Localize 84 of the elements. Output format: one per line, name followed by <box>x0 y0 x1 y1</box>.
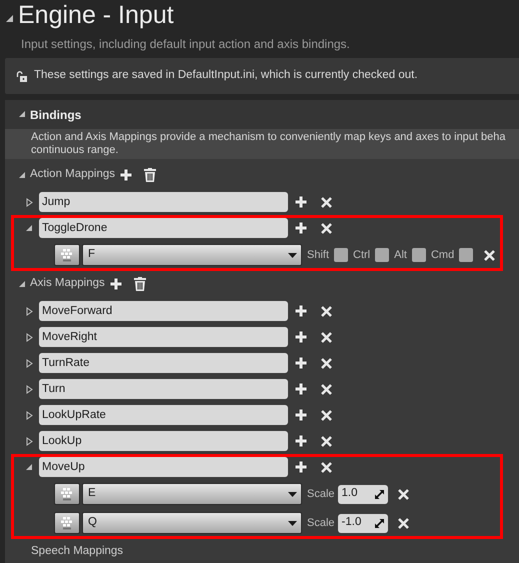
mapping-name-field[interactable]: LookUpRate <box>39 405 288 425</box>
mapping-name-field[interactable]: Turn <box>39 379 288 399</box>
page-description: Input settings, including default input action and axis bindings. <box>20 36 351 53</box>
modifier-label: Alt <box>394 248 407 263</box>
add-icon[interactable] <box>295 357 307 369</box>
group-label: Action Mappings <box>30 167 116 182</box>
expanded-arrow-icon[interactable] <box>25 224 33 232</box>
key-dropdown[interactable]: Q <box>82 512 302 534</box>
group-label: Axis Mappings <box>30 276 105 292</box>
expanded-arrow-icon[interactable] <box>18 280 26 288</box>
keyboard-icon <box>60 516 74 530</box>
keyboard-button[interactable] <box>54 244 80 266</box>
add-icon[interactable] <box>295 331 307 343</box>
modifier-label: Shift <box>307 248 330 263</box>
add-icon[interactable] <box>295 305 307 317</box>
mapping-name-field[interactable]: ToggleDrone <box>39 218 288 238</box>
collapsed-arrow-icon[interactable] <box>25 384 33 394</box>
add-icon[interactable] <box>295 461 307 473</box>
add-icon[interactable] <box>110 278 122 290</box>
group-label: Speech Mappings <box>31 544 124 560</box>
section-header[interactable]: Bindings <box>5 100 519 129</box>
collapse-arrow-icon[interactable] <box>6 14 14 22</box>
page-title: Engine - Input <box>18 3 174 28</box>
trash-icon[interactable] <box>144 168 156 182</box>
remove-icon[interactable] <box>321 222 332 234</box>
dropdown-caret-icon <box>288 492 297 496</box>
mapping-name-field[interactable]: MoveRight <box>39 327 288 347</box>
resize-arrows-icon <box>374 490 384 498</box>
trash-icon[interactable] <box>134 277 146 291</box>
collapsed-arrow-icon[interactable] <box>25 410 33 420</box>
modifier-label: Ctrl <box>353 248 370 263</box>
remove-icon[interactable] <box>321 196 332 208</box>
scale-label: Scale <box>307 516 335 531</box>
expanded-arrow-icon[interactable] <box>18 110 26 119</box>
collapsed-arrow-icon[interactable] <box>25 332 33 342</box>
dropdown-caret-icon <box>288 520 297 526</box>
modifier-checkbox[interactable] <box>375 248 390 262</box>
mapping-name-field[interactable]: LookUp <box>39 431 288 451</box>
modifier-checkbox[interactable] <box>459 248 474 262</box>
add-icon[interactable] <box>295 196 307 208</box>
description-text: continuous range. <box>31 144 120 157</box>
scale-field[interactable]: 1.0 <box>338 484 388 504</box>
expanded-arrow-icon[interactable] <box>25 462 33 472</box>
keyboard-icon <box>60 248 74 262</box>
remove-icon[interactable] <box>398 518 409 528</box>
modifier-checkbox[interactable] <box>412 248 426 262</box>
remove-icon[interactable] <box>321 436 332 446</box>
remove-icon[interactable] <box>484 250 496 260</box>
keyboard-button[interactable] <box>54 483 80 505</box>
expanded-arrow-icon[interactable] <box>18 170 26 180</box>
mapping-name-field[interactable]: TurnRate <box>39 353 288 373</box>
scale-field[interactable]: -1.0 <box>338 514 388 532</box>
remove-icon[interactable] <box>398 488 409 500</box>
remove-icon[interactable] <box>321 384 332 394</box>
section-title: Bindings <box>30 106 82 124</box>
mapping-name-field[interactable]: MoveForward <box>39 301 288 321</box>
collapsed-arrow-icon[interactable] <box>25 436 33 446</box>
remove-icon[interactable] <box>321 332 332 342</box>
remove-icon[interactable] <box>321 462 332 472</box>
collapsed-arrow-icon[interactable] <box>25 358 33 368</box>
description-text: Action and Axis Mappings provide a mechanism to conveniently map keys and axes to input beha <box>31 131 506 144</box>
collapsed-arrow-icon[interactable] <box>25 306 33 316</box>
modifier-checkbox[interactable] <box>334 248 348 262</box>
collapsed-arrow-icon[interactable] <box>25 198 33 206</box>
keyboard-icon <box>60 487 74 501</box>
remove-icon[interactable] <box>321 358 332 368</box>
unlocked-padlock-icon <box>16 70 27 82</box>
key-dropdown[interactable]: F <box>82 244 302 266</box>
keyboard-button[interactable] <box>54 512 80 534</box>
add-icon[interactable] <box>295 222 307 234</box>
remove-icon[interactable] <box>321 410 332 420</box>
remove-icon[interactable] <box>321 306 332 316</box>
resize-arrows-icon <box>374 518 384 528</box>
notice-text: These settings are saved in DefaultInput.ini, which is currently checked out. <box>34 68 418 84</box>
add-icon[interactable] <box>295 383 307 395</box>
add-icon[interactable] <box>295 409 307 421</box>
scale-label: Scale <box>307 486 335 502</box>
key-dropdown[interactable]: E <box>82 483 302 505</box>
add-icon[interactable] <box>120 169 132 181</box>
mapping-name-field[interactable]: MoveUp <box>39 457 288 477</box>
add-icon[interactable] <box>295 435 307 447</box>
modifier-label: Cmd <box>430 248 454 263</box>
dropdown-caret-icon <box>288 252 297 258</box>
mapping-name-field[interactable]: Jump <box>39 192 288 212</box>
